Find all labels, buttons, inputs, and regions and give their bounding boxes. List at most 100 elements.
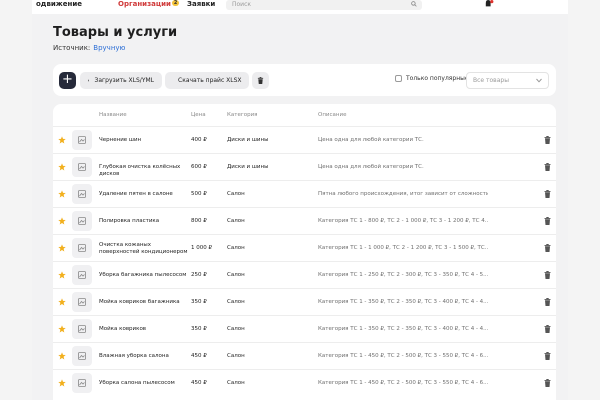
- search-input[interactable]: Поиск: [226, 0, 422, 10]
- star-icon[interactable]: [58, 298, 66, 306]
- source-line: Источник: Вручную: [53, 44, 125, 52]
- trash-icon[interactable]: [544, 190, 551, 198]
- page-title: Товары и услуги: [53, 25, 178, 40]
- product-category: Салон: [227, 191, 245, 197]
- bell-icon[interactable]: [484, 0, 494, 8]
- nav-item-requests[interactable]: Заявки: [187, 0, 215, 8]
- trash-icon: [257, 77, 264, 84]
- product-category: Салон: [227, 326, 245, 332]
- table-row[interactable]: Уборка багажника пылесосом 250 ₽ Салон Кате…: [53, 261, 556, 288]
- star-icon[interactable]: [58, 352, 66, 360]
- trash-icon[interactable]: [544, 271, 551, 279]
- file-upload-icon: [88, 79, 90, 82]
- right-margin: [568, 0, 600, 400]
- star-icon[interactable]: [58, 325, 66, 333]
- product-image-placeholder[interactable]: [72, 238, 92, 258]
- product-description: Категория ТС 1 - 250 ₽, ТС 2 - 300 ₽, ТС…: [318, 272, 488, 278]
- trash-icon[interactable]: [544, 136, 551, 144]
- product-category: Салон: [227, 245, 245, 251]
- trash-icon[interactable]: [544, 217, 551, 225]
- table-row[interactable]: Полировка пластика 800 ₽ Салон Категория ТС…: [53, 207, 556, 234]
- popular-only-checkbox[interactable]: [395, 75, 402, 82]
- product-image-placeholder[interactable]: [72, 346, 92, 366]
- nav-item-organizations-label: Организации: [118, 0, 171, 8]
- table-row[interactable]: Мойка ковриков багажника 350 ₽ Салон Катего…: [53, 288, 556, 315]
- trash-icon[interactable]: [544, 163, 551, 171]
- star-icon[interactable]: [58, 244, 66, 252]
- product-description: Категория ТС 1 - 450 ₽, ТС 2 - 500 ₽, ТС…: [318, 353, 488, 359]
- product-category: Диски и шины: [227, 137, 269, 143]
- column-header-name: Название: [99, 112, 127, 118]
- table-row[interactable]: Влажная уборка салона 450 ₽ Салон Категория…: [53, 342, 556, 369]
- table-row[interactable]: Мойка ковриков 350 ₽ Салон Категория ТС 1 -…: [53, 315, 556, 342]
- product-name: Мойка ковриков багажника: [99, 299, 180, 305]
- product-name: Глубокая очистка колёсных дисков: [99, 164, 181, 177]
- upload-xls-button[interactable]: Загрузить XLS/YML: [80, 72, 162, 89]
- source-label: Источник:: [53, 44, 91, 52]
- product-description: Пятна любого происхождения, итог зависит…: [318, 191, 488, 197]
- add-item-button[interactable]: +: [59, 72, 76, 89]
- download-price-button[interactable]: Скачать прайс XLSX: [165, 72, 249, 89]
- product-price: 350 ₽: [191, 299, 207, 305]
- table-header: Название Цена Категория Описание: [53, 104, 556, 126]
- product-image-placeholder[interactable]: [72, 184, 92, 204]
- product-image-placeholder[interactable]: [72, 157, 92, 177]
- table-row[interactable]: Очистка кожаных поверхностей кондиционер…: [53, 234, 556, 261]
- product-name: Мойка ковриков: [99, 326, 147, 332]
- bulk-delete-button[interactable]: [252, 72, 269, 89]
- trash-icon[interactable]: [544, 298, 551, 306]
- image-placeholder-icon: [78, 244, 86, 252]
- trash-icon[interactable]: [544, 352, 551, 360]
- product-description: Категория ТС 1 - 350 ₽, ТС 2 - 350 ₽, ТС…: [318, 299, 488, 305]
- product-category: Салон: [227, 380, 245, 386]
- product-description: Категория ТС 1 - 450 ₽, ТС 2 - 500 ₽, ТС…: [318, 380, 488, 386]
- product-price: 1 000 ₽: [191, 245, 212, 251]
- star-icon[interactable]: [58, 136, 66, 144]
- product-image-placeholder[interactable]: [72, 319, 92, 339]
- product-price: 400 ₽: [191, 137, 207, 143]
- search-placeholder: Поиск: [232, 1, 252, 8]
- table-row[interactable]: Глубокая очистка колёсных дисков 600 ₽ Дис…: [53, 153, 556, 180]
- product-price: 250 ₽: [191, 272, 207, 278]
- image-placeholder-icon: [78, 190, 86, 198]
- image-placeholder-icon: [78, 217, 86, 225]
- product-image-placeholder[interactable]: [72, 292, 92, 312]
- popular-only-toggle[interactable]: Только популярные: [395, 75, 469, 82]
- top-navigation: одвижение Организации 2 Заявки Поиск: [32, 0, 568, 14]
- main-content: Товары и услуги Источник: Вручную + Загру…: [32, 14, 568, 400]
- image-placeholder-icon: [78, 163, 86, 171]
- image-placeholder-icon: [78, 298, 86, 306]
- nav-item-organizations[interactable]: Организации 2: [118, 0, 180, 8]
- nav-item-promotion[interactable]: одвижение: [36, 0, 82, 8]
- filter-select[interactable]: Все товары: [466, 72, 549, 89]
- star-icon[interactable]: [58, 190, 66, 198]
- star-icon[interactable]: [58, 379, 66, 387]
- trash-icon[interactable]: [544, 244, 551, 252]
- trash-icon[interactable]: [544, 325, 551, 333]
- image-placeholder-icon: [78, 379, 86, 387]
- image-placeholder-icon: [78, 136, 86, 144]
- search-icon: [411, 1, 417, 7]
- table-row[interactable]: Удаление пятен в салоне 500 ₽ Салон Пятна л…: [53, 180, 556, 207]
- filter-select-value: Все товары: [473, 77, 509, 84]
- product-image-placeholder[interactable]: [72, 130, 92, 150]
- source-link[interactable]: Вручную: [93, 44, 125, 52]
- star-icon[interactable]: [58, 163, 66, 171]
- download-price-label: Скачать прайс XLSX: [178, 77, 242, 84]
- table-row[interactable]: Уборка салона пылесосом 450 ₽ Салон Категор…: [53, 369, 556, 396]
- column-header-price: Цена: [191, 112, 206, 118]
- table-row[interactable]: Чернение шин 400 ₽ Диски и шины Цена одна д…: [53, 126, 556, 153]
- product-price: 500 ₽: [191, 191, 207, 197]
- product-image-placeholder[interactable]: [72, 373, 92, 393]
- toolbar: + Загрузить XLS/YML Скачать прайс XLSX Т…: [53, 64, 556, 96]
- product-image-placeholder[interactable]: [72, 265, 92, 285]
- product-name: Удаление пятен в салоне: [99, 191, 173, 197]
- product-category: Салон: [227, 299, 245, 305]
- star-icon[interactable]: [58, 217, 66, 225]
- image-placeholder-icon: [78, 271, 86, 279]
- product-name: Уборка багажника пылесосом: [99, 272, 187, 278]
- trash-icon[interactable]: [544, 379, 551, 387]
- star-icon[interactable]: [58, 271, 66, 279]
- product-price: 450 ₽: [191, 353, 207, 359]
- product-image-placeholder[interactable]: [72, 211, 92, 231]
